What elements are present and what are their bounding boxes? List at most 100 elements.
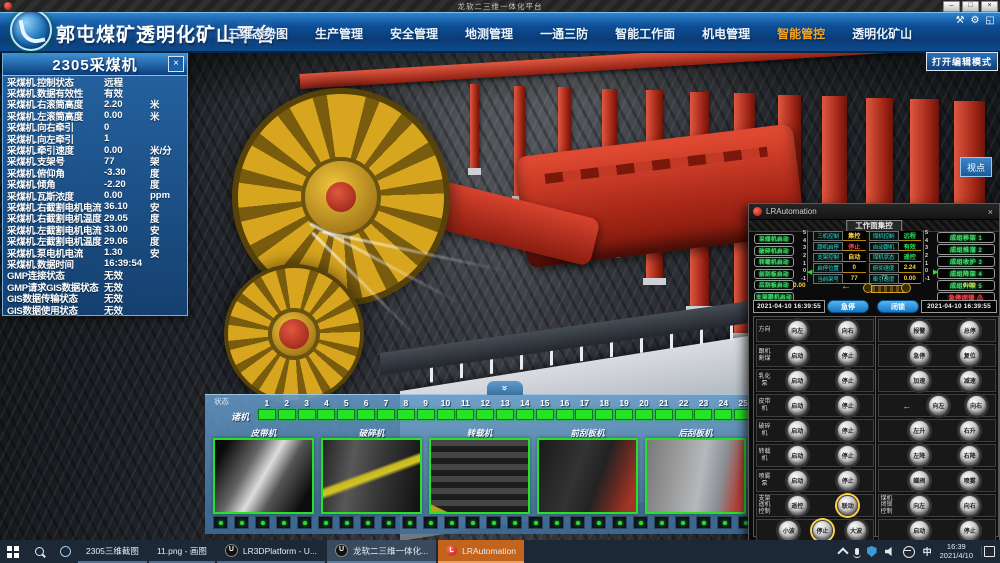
support-indicator[interactable] [507,516,522,529]
round-control-button[interactable]: 大波 [846,520,867,541]
camera-feed[interactable] [213,438,314,514]
round-control-button[interactable]: 向左 [928,395,949,416]
channel-status-indicator[interactable] [417,409,435,420]
channel-status-indicator[interactable] [317,409,335,420]
nav-item[interactable]: 一通三防 [540,25,588,42]
support-indicator[interactable] [213,516,228,529]
support-indicator[interactable] [633,516,648,529]
channel-status-indicator[interactable] [595,409,613,420]
round-control-button[interactable]: 启动 [787,470,808,491]
nav-item[interactable]: 三维态势图 [228,25,288,42]
search-icon[interactable] [26,547,52,556]
nav-item[interactable]: 机电管理 [702,25,750,42]
round-control-button[interactable]: 启动 [787,370,808,391]
support-indicator[interactable] [591,516,606,529]
round-control-button[interactable]: 复位 [959,345,980,366]
group-action-button[interactable]: 成组移架 1 [937,232,995,243]
support-indicator[interactable] [717,516,732,529]
round-control-button[interactable]: 小波 [778,520,799,541]
channel-status-indicator[interactable] [258,409,276,420]
round-control-button[interactable]: 启动 [787,445,808,466]
round-control-button[interactable]: 左降 [909,445,930,466]
taskbar-app[interactable]: 2305三维截图 [78,540,147,563]
round-control-button[interactable]: 启动 [787,345,808,366]
viewpoint-tab[interactable]: 视点 [960,157,992,177]
group-action-button[interactable]: 成组推溜 2 [937,244,995,255]
support-indicator[interactable] [549,516,564,529]
nav-item[interactable]: 生产管理 [315,25,363,42]
cortana-icon[interactable] [52,546,78,557]
round-control-button[interactable]: 停止 [837,445,858,466]
stop-button[interactable]: 急停 [827,300,869,313]
support-indicator[interactable] [486,516,501,529]
minimize-button[interactable]: – [943,1,960,12]
round-control-button[interactable]: 停止 [837,395,858,416]
round-control-button[interactable]: 联动 [837,495,858,516]
tray-language-indicator[interactable]: 中 [923,545,932,558]
support-indicator[interactable] [444,516,459,529]
support-indicator[interactable] [360,516,375,529]
round-control-button[interactable]: 停止 [959,520,980,541]
round-control-button[interactable]: 向右 [959,495,980,516]
round-control-button[interactable]: 向右 [966,395,987,416]
taskbar-app[interactable]: U 龙软二三维一体化... [327,540,436,563]
channel-status-indicator[interactable] [377,409,395,420]
support-indicator[interactable] [570,516,585,529]
channel-status-indicator[interactable] [496,409,514,420]
panel-close-icon[interactable]: × [168,56,184,72]
round-control-button[interactable]: 停止 [837,420,858,441]
round-control-button[interactable]: 蝶阀 [909,470,930,491]
open-edit-mode-button[interactable]: 打开编辑模式 [926,52,998,71]
round-control-button[interactable]: 停止 [837,470,858,491]
channel-status-indicator[interactable] [536,409,554,420]
support-indicator[interactable] [276,516,291,529]
round-control-button[interactable]: 右升 [959,420,980,441]
round-control-button[interactable]: 左升 [909,420,930,441]
support-indicator[interactable] [612,516,627,529]
round-control-button[interactable]: 急停 [909,345,930,366]
channel-status-indicator[interactable] [714,409,732,420]
support-indicator[interactable] [528,516,543,529]
camera-feed[interactable] [429,438,530,514]
support-indicator[interactable] [381,516,396,529]
round-control-button[interactable]: 右降 [959,445,980,466]
round-control-button[interactable]: 向右 [837,320,858,341]
channel-status-indicator[interactable] [556,409,574,420]
channel-status-indicator[interactable] [615,409,633,420]
equipment-start-button[interactable]: 转载机启动 [754,257,794,267]
channel-status-indicator[interactable] [456,409,474,420]
channel-status-indicator[interactable] [476,409,494,420]
tray-shield-icon[interactable] [867,546,877,557]
equipment-start-button[interactable]: 采煤机启动 [754,234,794,244]
round-control-button[interactable]: 向左 [909,495,930,516]
channel-status-indicator[interactable] [298,409,316,420]
channel-status-indicator[interactable] [516,409,534,420]
equipment-start-button[interactable]: 破碎机启动 [754,246,794,256]
equipment-start-button[interactable]: 前刮板启动 [754,269,794,279]
support-indicator[interactable] [465,516,480,529]
support-indicator[interactable] [297,516,312,529]
round-control-button[interactable]: 减速 [959,370,980,391]
round-control-button[interactable]: 启动 [787,420,808,441]
tray-volume-icon[interactable] [885,547,895,556]
camera-feed[interactable] [645,438,746,514]
lrautomation-close-icon[interactable]: × [986,207,995,217]
tray-network-icon[interactable] [903,546,915,558]
tray-clock[interactable]: 16:39 2021/4/10 [940,543,973,560]
taskbar-app[interactable]: L LRAutomation [438,540,524,563]
channel-status-indicator[interactable] [655,409,673,420]
channel-status-indicator[interactable] [635,409,653,420]
support-indicator[interactable] [339,516,354,529]
round-control-button[interactable]: 启动 [909,520,930,541]
channel-status-indicator[interactable] [357,409,375,420]
channel-status-indicator[interactable] [437,409,455,420]
notification-center-icon[interactable] [981,546,996,557]
nav-item[interactable]: 智能工作面 [615,25,675,42]
nav-item[interactable]: 透明化矿山 [852,25,912,42]
round-control-button[interactable]: 报警 [909,320,930,341]
camera-feed[interactable] [321,438,422,514]
round-control-button[interactable]: 加速 [909,370,930,391]
round-control-button[interactable]: 停止 [812,520,833,541]
camera-feed[interactable] [537,438,638,514]
channel-status-indicator[interactable] [337,409,355,420]
